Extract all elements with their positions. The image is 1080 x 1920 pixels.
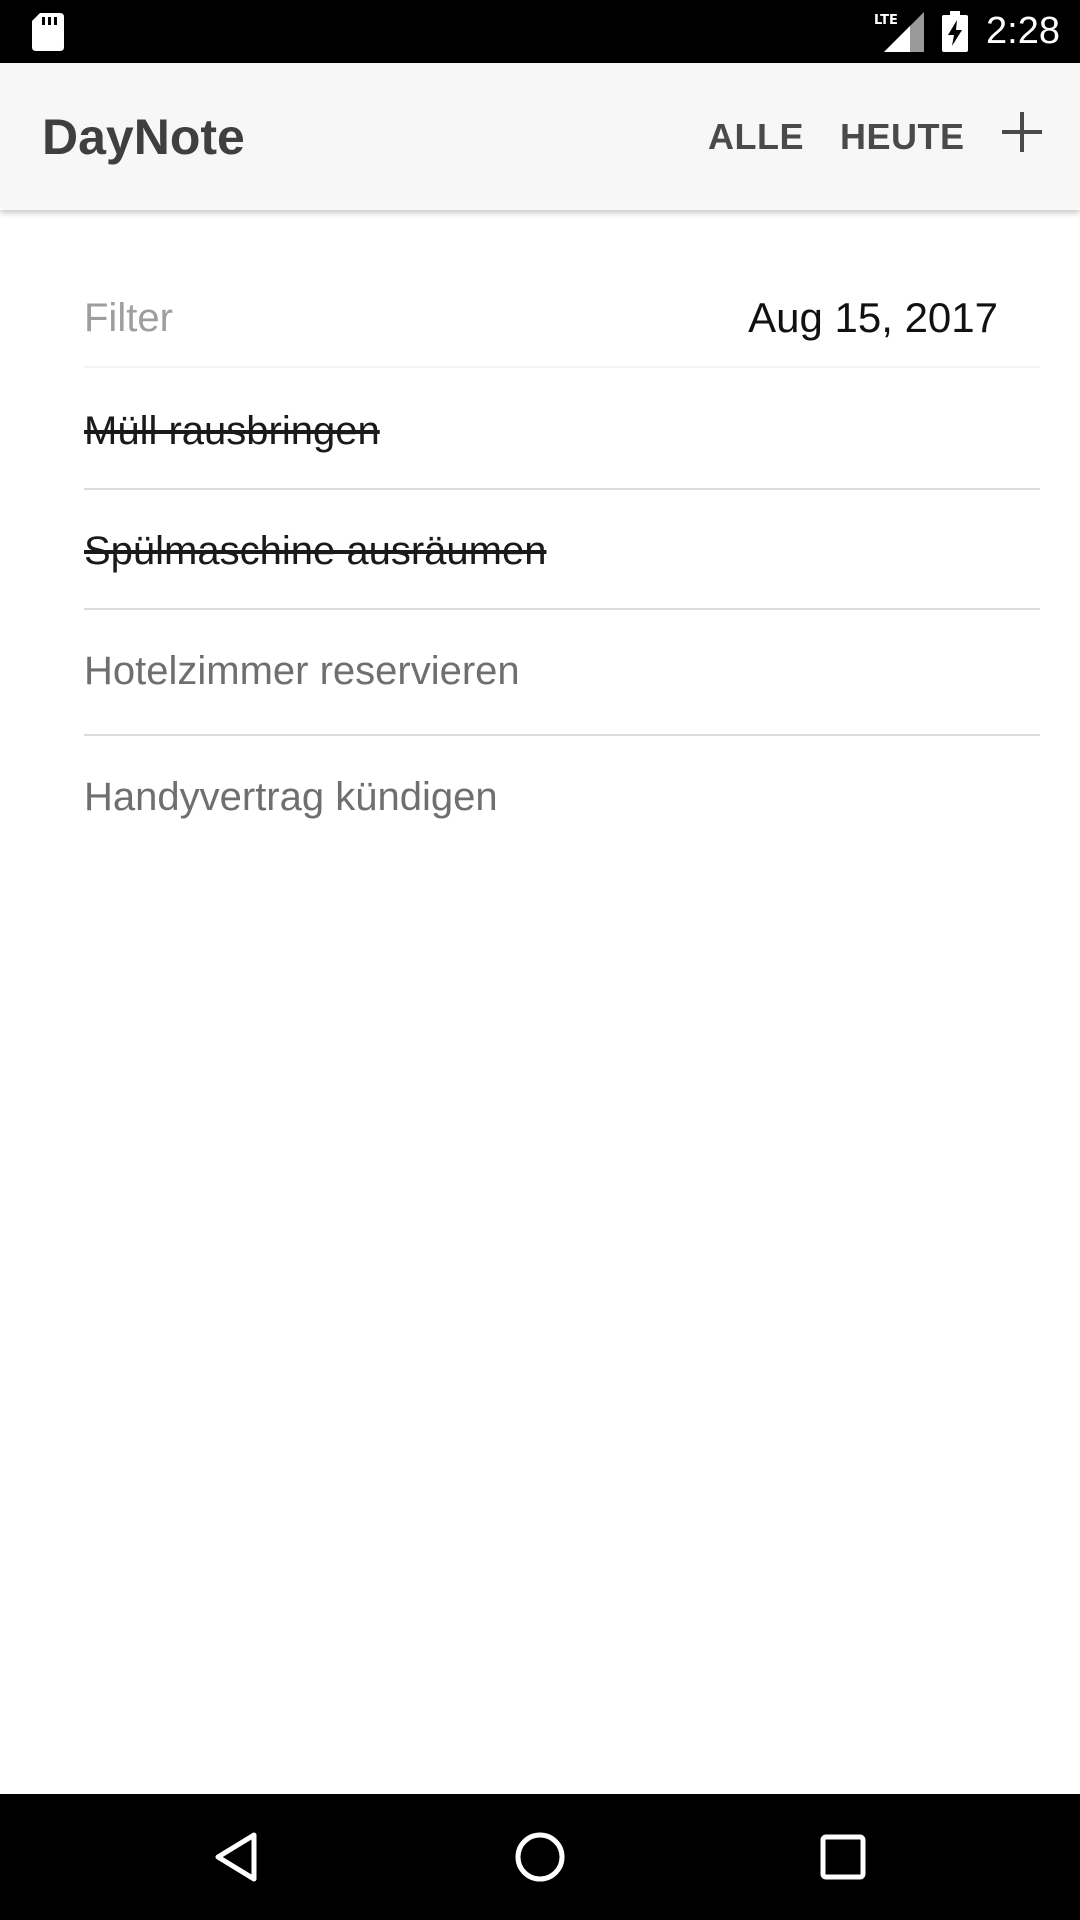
task-text: Hotelzimmer reservieren	[84, 649, 520, 693]
home-circle-icon[interactable]	[512, 1829, 568, 1885]
sd-card-icon	[32, 13, 64, 51]
task-text: Handyvertrag kündigen	[84, 775, 498, 819]
battery-charging-icon	[942, 11, 968, 52]
recents-square-icon[interactable]	[815, 1829, 871, 1885]
filter-row: Aug 15, 2017	[84, 278, 1040, 368]
filter-input[interactable]	[84, 290, 604, 346]
task-text: Müll rausbringen	[84, 409, 380, 453]
list-item[interactable]: Handyvertrag kündigen	[84, 736, 1040, 856]
screen: LTE 2:28 DayNote ALLE HEUTE Aug 15, 2017…	[0, 0, 1080, 1920]
app-bar: DayNote ALLE HEUTE	[0, 63, 1080, 210]
lte-label: LTE	[874, 13, 898, 28]
list-item[interactable]: Müll rausbringen	[84, 370, 1040, 490]
today-button[interactable]: HEUTE	[840, 115, 965, 159]
task-list: Müll rausbringen Spülmaschine ausräumen …	[84, 370, 1040, 856]
back-triangle-icon[interactable]	[208, 1829, 264, 1885]
task-text: Spülmaschine ausräumen	[84, 529, 547, 573]
all-button[interactable]: ALLE	[708, 115, 804, 159]
date-selector[interactable]: Aug 15, 2017	[748, 290, 998, 346]
content-area: Aug 15, 2017 Müll rausbringen Spülmaschi…	[0, 210, 1080, 1794]
list-item[interactable]: Spülmaschine ausräumen	[84, 490, 1040, 610]
status-bar: LTE 2:28	[0, 0, 1080, 63]
app-title: DayNote	[42, 109, 245, 165]
navigation-bar	[0, 1794, 1080, 1920]
plus-icon[interactable]	[997, 107, 1047, 157]
status-clock: 2:28	[986, 10, 1060, 52]
lte-signal-icon: LTE	[874, 12, 924, 52]
list-item[interactable]: Hotelzimmer reservieren	[84, 610, 1040, 736]
filter-underline	[84, 366, 1040, 368]
